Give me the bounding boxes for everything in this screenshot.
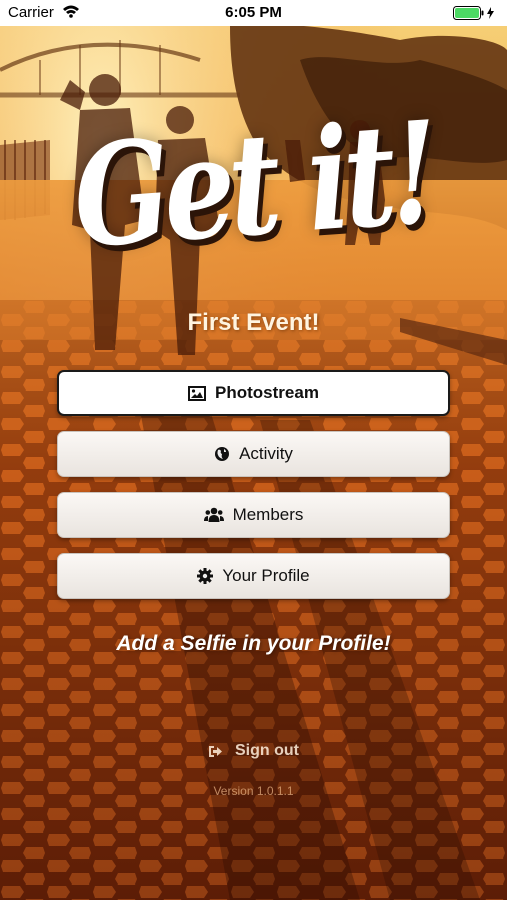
image-icon (188, 385, 207, 401)
sign-out-label: Sign out (235, 742, 299, 759)
your-profile-label: Your Profile (222, 566, 310, 585)
globe-icon (214, 446, 230, 462)
gear-icon (197, 568, 214, 584)
battery-icon (453, 6, 497, 24)
activity-label: Activity (239, 444, 293, 463)
your-profile-button[interactable]: Your Profile (57, 553, 450, 599)
activity-button[interactable]: Activity (57, 431, 450, 477)
event-title: First Event! (187, 309, 320, 336)
sign-out-button[interactable]: Sign out (0, 742, 507, 760)
photostream-label: Photostream (215, 383, 319, 402)
version-label: Version 1.0.1.1 (213, 784, 294, 798)
members-label: Members (232, 505, 304, 524)
users-icon (203, 507, 224, 523)
app-logo: Get it! (68, 91, 439, 280)
status-bar: Carrier 6:05 PM (0, 0, 507, 26)
status-time: 6:05 PM (225, 4, 282, 21)
sign-out-icon (208, 745, 223, 758)
members-button[interactable]: Members (57, 492, 450, 538)
selfie-hint: Add a Selfie in your Profile! (116, 632, 391, 655)
photostream-button[interactable]: Photostream (57, 370, 450, 416)
